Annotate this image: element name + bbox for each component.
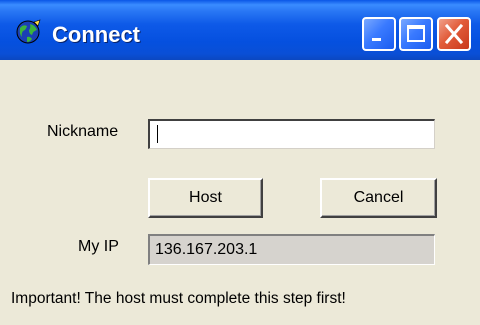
my-ip-field: 136.167.203.1: [148, 234, 435, 265]
text-caret: [157, 125, 158, 143]
maximize-button[interactable]: [399, 17, 433, 51]
minimize-button[interactable]: [362, 17, 396, 51]
host-notice: Important! The host must complete this s…: [11, 290, 346, 307]
my-ip-label: My IP: [78, 238, 119, 255]
nickname-input[interactable]: [148, 119, 435, 149]
maximize-icon: [407, 25, 425, 42]
window-title: Connect: [52, 22, 140, 47]
connect-dialog: Connect Nickname Host Cancel My IP 136.1…: [0, 0, 480, 325]
close-button[interactable]: [437, 17, 471, 51]
host-button[interactable]: Host: [148, 178, 263, 218]
globe-icon: [16, 19, 41, 44]
nickname-label: Nickname: [47, 123, 119, 140]
cancel-button[interactable]: Cancel: [320, 178, 437, 218]
minimize-icon: [372, 38, 381, 41]
close-icon: [444, 23, 464, 45]
title-bar[interactable]: Connect: [0, 0, 480, 60]
